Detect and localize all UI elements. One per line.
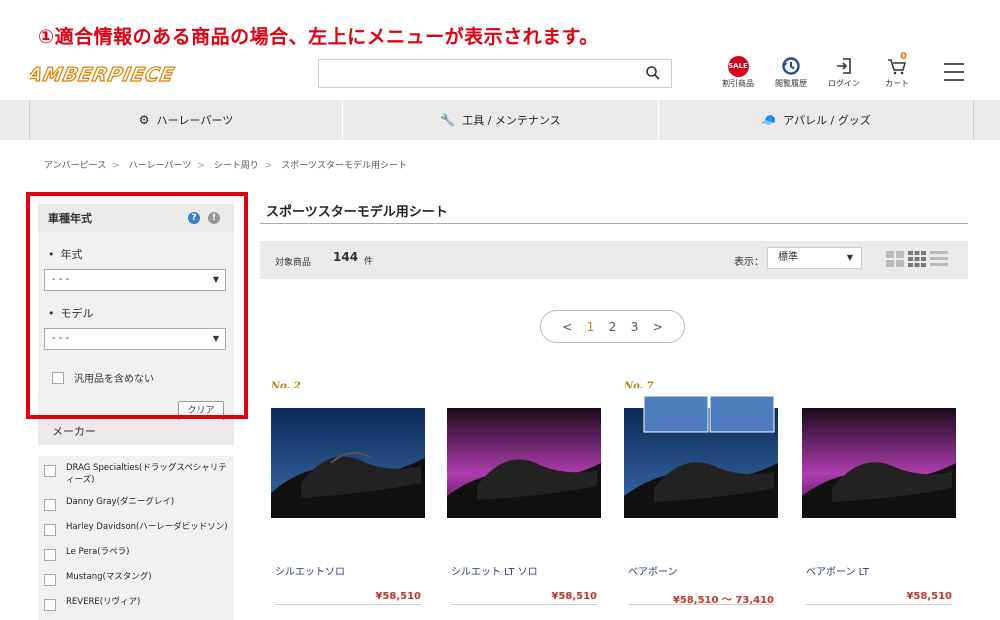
grid-small-icon[interactable] bbox=[908, 251, 926, 267]
maker-checkbox[interactable] bbox=[44, 549, 56, 561]
maker-list: DRAG Specialties(ドラッグスペシャリティーズ) Danny Gr… bbox=[38, 456, 234, 620]
maker-label: Harley Davidson(ハーレーダビッドソン) bbox=[66, 522, 228, 532]
page-title: スポーツスターモデル用シート bbox=[266, 205, 448, 220]
grid-large-icon[interactable] bbox=[886, 251, 904, 267]
breadcrumb: アンバーピース > ハーレーパーツ > シート周り > スポーツスターモデル用シート bbox=[44, 161, 408, 171]
maker-checkbox[interactable] bbox=[44, 574, 56, 586]
maker-checkbox[interactable] bbox=[44, 465, 56, 477]
cart-count: 0 bbox=[900, 51, 907, 62]
main-nav: ⚙ ハーレーパーツ 🔧 工具 / メンテナンス 🧢 アパレル / グッズ bbox=[0, 100, 1000, 140]
cart-link[interactable]: 0 カート bbox=[877, 51, 917, 89]
history-link[interactable]: 閲覧履歴 bbox=[771, 54, 811, 89]
maker-item[interactable]: Harley Davidson(ハーレーダビッドソン) bbox=[44, 521, 234, 536]
wrench-icon: 🔧 bbox=[440, 113, 456, 127]
breadcrumb-item[interactable]: アンバーピース bbox=[44, 161, 106, 171]
display-select-value: 標準 bbox=[778, 252, 798, 263]
search-icon[interactable] bbox=[645, 65, 661, 81]
login-link[interactable]: ログイン bbox=[824, 54, 864, 89]
nav-label: アパレル / グッズ bbox=[783, 114, 871, 127]
maker-item[interactable]: Mustang(マスタング) bbox=[44, 571, 234, 586]
product-price: ¥58,510 bbox=[906, 591, 952, 602]
history-label: 閲覧履歴 bbox=[775, 79, 807, 88]
maker-label: REVERE(リヴィア) bbox=[66, 597, 141, 607]
product-price: ¥58,510 bbox=[375, 591, 421, 602]
product-image[interactable] bbox=[624, 388, 778, 538]
result-bar: 対象商品 144 件 表示： 標準 ▼ bbox=[260, 241, 968, 279]
result-count: 144 bbox=[333, 250, 359, 264]
nav-label: ハーレーパーツ bbox=[156, 114, 234, 127]
maker-label: Le Pera(ラペラ) bbox=[66, 547, 130, 557]
maker-checkbox[interactable] bbox=[44, 499, 56, 511]
list-view-icon[interactable] bbox=[930, 251, 948, 267]
maker-checkbox[interactable] bbox=[44, 599, 56, 611]
product-image[interactable] bbox=[271, 388, 425, 538]
count-unit: 件 bbox=[364, 257, 374, 267]
product-name[interactable]: シルエット LT ソロ bbox=[451, 563, 538, 578]
login-icon bbox=[837, 58, 851, 74]
product-name[interactable]: ベアボーン bbox=[628, 563, 678, 578]
logo-text: AMBERPIECE bbox=[30, 64, 177, 84]
breadcrumb-current: スポーツスターモデル用シート bbox=[281, 161, 408, 171]
cap-icon: 🧢 bbox=[761, 113, 777, 127]
maker-label: Mustang(マスタング) bbox=[66, 572, 152, 582]
display-label: 表示： bbox=[734, 257, 764, 268]
product-name[interactable]: ベアボーン LT bbox=[806, 563, 869, 578]
product-image[interactable] bbox=[802, 388, 956, 538]
gears-icon: ⚙ bbox=[138, 113, 150, 127]
maker-item[interactable]: Le Pera(ラペラ) bbox=[44, 546, 234, 561]
page-1[interactable]: 1 bbox=[587, 320, 595, 334]
maker-label: DRAG Specialties(ドラッグスペシャリティーズ) bbox=[66, 463, 227, 485]
annotation-text: ①適合情報のある商品の場合、左上にメニューが表示されます。 bbox=[38, 26, 599, 48]
nav-tools[interactable]: 🔧 工具 / メンテナンス bbox=[342, 100, 658, 140]
product-price: ¥58,510 bbox=[551, 591, 597, 602]
sale-label: 割引商品 bbox=[722, 79, 754, 88]
page-2[interactable]: 2 bbox=[609, 320, 617, 334]
maker-item[interactable]: Danny Gray(ダニーグレイ) bbox=[44, 496, 234, 511]
product-name[interactable]: シルエットソロ bbox=[275, 563, 345, 578]
cart-label: カート bbox=[885, 79, 909, 88]
maker-item[interactable]: REVERE(リヴィア) bbox=[44, 596, 234, 611]
nav-label: 工具 / メンテナンス bbox=[462, 114, 561, 127]
highlight-box bbox=[26, 192, 248, 419]
login-label: ログイン bbox=[828, 79, 860, 88]
display-select[interactable]: 標準 ▼ bbox=[767, 247, 862, 269]
maker-label: Danny Gray(ダニーグレイ) bbox=[66, 497, 175, 507]
prev-page[interactable]: < bbox=[562, 320, 572, 334]
menu-icon[interactable] bbox=[944, 63, 964, 81]
maker-title: メーカー bbox=[38, 420, 234, 445]
page-3[interactable]: 3 bbox=[631, 320, 639, 334]
breadcrumb-item[interactable]: シート周り bbox=[214, 161, 259, 171]
maker-checkbox[interactable] bbox=[44, 524, 56, 536]
sale-icon: SALE bbox=[727, 55, 749, 77]
nav-apparel[interactable]: 🧢 アパレル / グッズ bbox=[658, 100, 974, 140]
sale-link[interactable]: SALE 割引商品 bbox=[718, 54, 758, 89]
breadcrumb-item[interactable]: ハーレーパーツ bbox=[129, 161, 192, 171]
nav-harley-parts[interactable]: ⚙ ハーレーパーツ bbox=[29, 100, 342, 140]
pagination: < 1 2 3 > bbox=[540, 310, 685, 343]
count-label: 対象商品 bbox=[275, 258, 312, 268]
amberpiece-logo[interactable]: AMBERPIECE bbox=[30, 64, 260, 84]
maker-item[interactable]: DRAG Specialties(ドラッグスペシャリティーズ) bbox=[44, 462, 234, 486]
history-icon bbox=[782, 57, 800, 75]
product-image[interactable] bbox=[447, 388, 601, 538]
chevron-down-icon: ▼ bbox=[846, 253, 853, 262]
title-divider bbox=[260, 223, 968, 224]
search-input[interactable] bbox=[318, 59, 672, 88]
next-page[interactable]: > bbox=[653, 320, 663, 334]
